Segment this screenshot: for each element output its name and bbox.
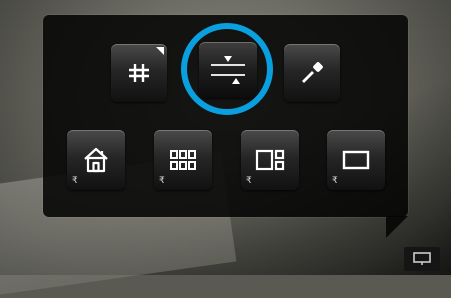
split-view-icon [255, 149, 285, 171]
grid-button[interactable] [111, 44, 167, 102]
six-grid-icon [170, 150, 196, 170]
eyedropper-icon [302, 62, 323, 83]
sub-menu-mark: ₹ [246, 176, 252, 186]
sub-menu-mark: ₹ [72, 176, 78, 186]
sub-menu-mark: ₹ [332, 176, 338, 186]
highlight-ring [181, 23, 273, 115]
home-icon [84, 147, 108, 173]
six-grid-button[interactable]: ₹ [154, 130, 212, 190]
display-toggle-button[interactable] [404, 247, 440, 271]
home-button[interactable]: ₹ [67, 130, 125, 190]
eyedropper-button[interactable] [284, 44, 340, 102]
single-view-icon [342, 150, 370, 170]
more-options-indicator [156, 47, 164, 55]
grid-icon [129, 64, 149, 82]
split-view-button[interactable]: ₹ [241, 130, 299, 190]
single-view-button[interactable]: ₹ [327, 130, 385, 190]
sub-menu-mark: ₹ [159, 176, 165, 186]
popup-tail [386, 216, 408, 238]
monitor-icon [413, 252, 431, 265]
